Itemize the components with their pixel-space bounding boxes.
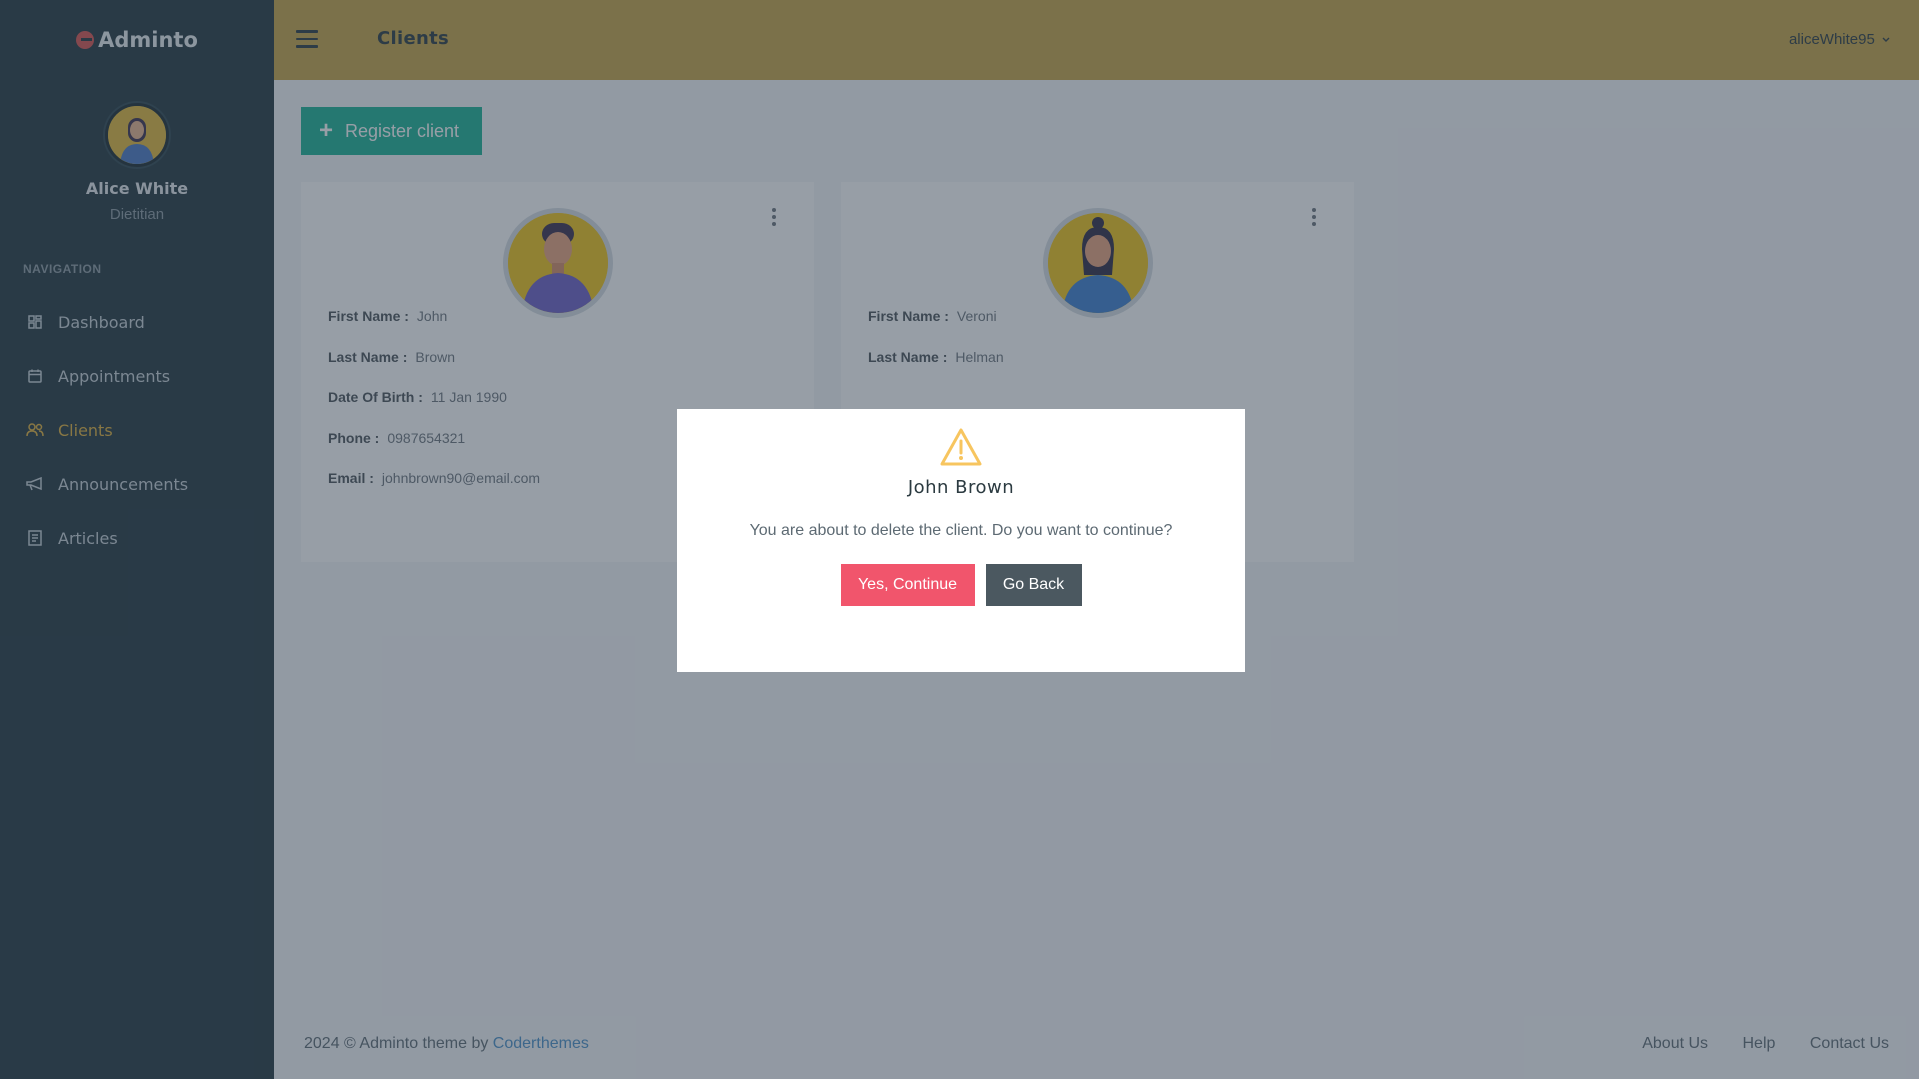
warning-icon [939, 427, 983, 467]
dialog-title: John Brown [907, 477, 1015, 498]
delete-confirm-dialog: John Brown You are about to delete the c… [677, 409, 1245, 672]
dialog-actions: Yes, Continue Go Back [677, 564, 1245, 606]
confirm-delete-button[interactable]: Yes, Continue [840, 564, 975, 606]
go-back-button[interactable]: Go Back [985, 564, 1082, 606]
dialog-message: You are about to delete the client. Do y… [749, 522, 1173, 539]
